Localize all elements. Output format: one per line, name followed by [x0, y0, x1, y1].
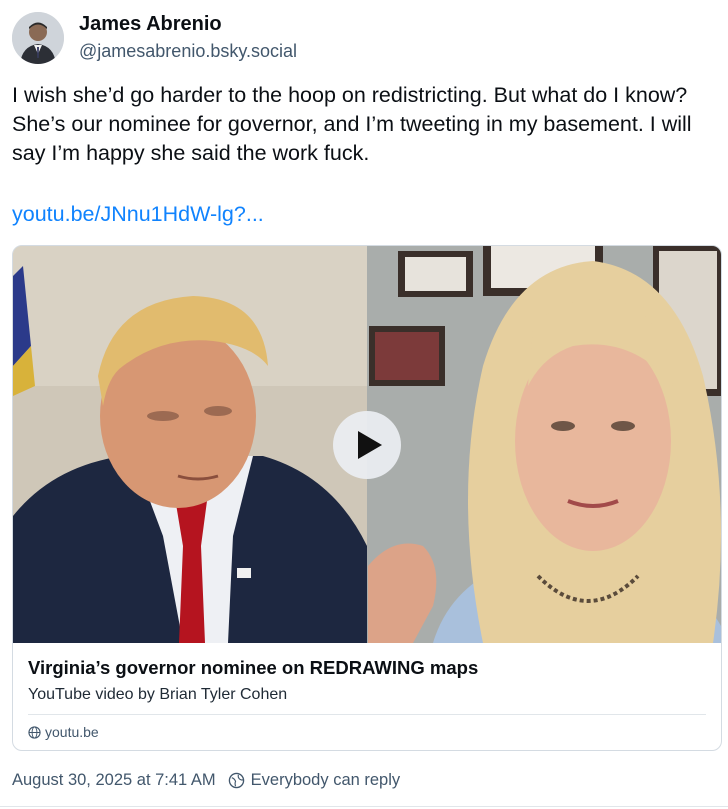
bottom-divider [0, 806, 728, 807]
post-card: James Abrenio @jamesabrenio.bsky.social … [0, 0, 728, 809]
author-handle[interactable]: @jamesabrenio.bsky.social [79, 41, 297, 62]
person-avatar-icon [12, 12, 64, 64]
reply-setting[interactable]: Everybody can reply [251, 771, 401, 790]
post-timestamp[interactable]: August 30, 2025 at 7:41 AM [12, 771, 216, 790]
post-body-text: I wish she’d go harder to the hoop on re… [12, 83, 692, 165]
embed-domain-row: youtu.be [28, 724, 99, 740]
embed-title[interactable]: Virginia’s governor nominee on REDRAWING… [28, 657, 478, 679]
play-button[interactable] [333, 411, 401, 479]
video-thumbnail[interactable] [13, 246, 721, 643]
embed-divider [28, 714, 706, 715]
embed-description: YouTube video by Brian Tyler Cohen [28, 686, 288, 703]
post-link[interactable]: youtu.be/JNnu1HdW-lg?... [12, 202, 264, 227]
author-avatar[interactable] [12, 12, 64, 64]
play-icon [358, 431, 382, 459]
link-embed-card[interactable]: Virginia’s governor nominee on REDRAWING… [12, 245, 722, 751]
author-name[interactable]: James Abrenio [79, 13, 222, 36]
globe-icon [28, 725, 41, 739]
globe-reply-icon [228, 772, 244, 789]
embed-domain: youtu.be [45, 724, 99, 740]
post-meta: August 30, 2025 at 7:41 AM Everybody can… [12, 771, 400, 790]
